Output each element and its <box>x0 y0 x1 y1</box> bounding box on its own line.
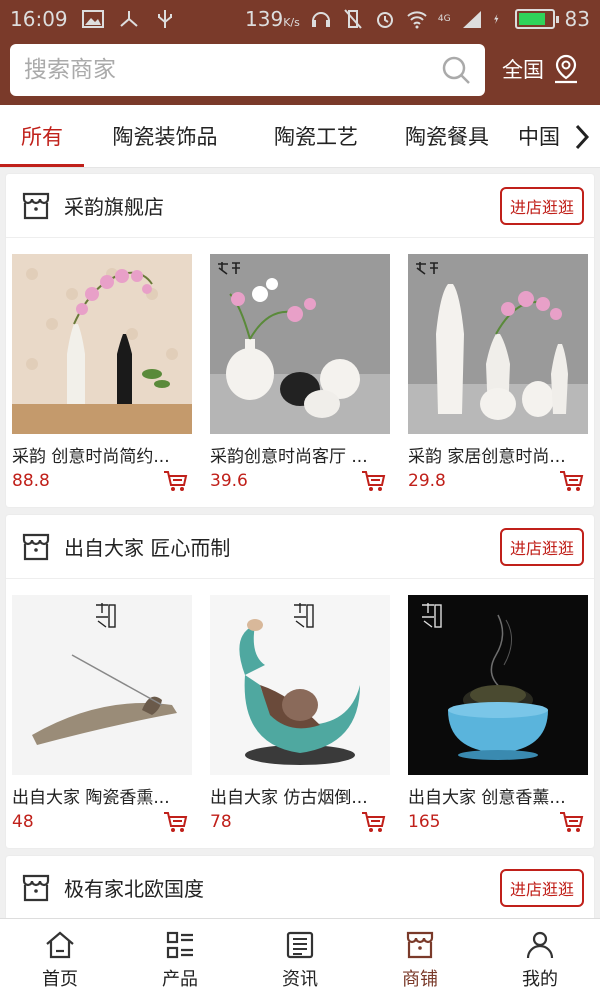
share-icon <box>119 11 138 27</box>
nav-news[interactable]: 资讯 <box>240 919 360 1000</box>
tabs-scroll-button[interactable] <box>564 105 600 167</box>
alarm-icon <box>376 12 393 28</box>
nav-products-label: 产品 <box>162 968 198 990</box>
cart-icon[interactable] <box>360 810 386 834</box>
search-input[interactable] <box>24 57 441 83</box>
cart-icon[interactable] <box>162 469 188 493</box>
shop-icon <box>22 192 50 219</box>
product-card[interactable]: 采韵 创意时尚简约... 88.8 <box>12 254 192 493</box>
tab-ceramic-craft[interactable]: 陶瓷工艺 <box>246 105 386 167</box>
visit-store-button[interactable]: 进店逛逛 <box>499 868 584 907</box>
category-tabs: 所有 陶瓷装饰品 陶瓷工艺 陶瓷餐具 中国 <box>0 105 600 168</box>
store-feed: 采韵旗舰店 进店逛逛 采韵 创意时尚简约... 88.8 采韵创意时尚客厅 ..… <box>0 168 600 918</box>
home-icon <box>46 931 74 958</box>
product-price: 29.8 <box>408 471 446 491</box>
header: 全国 <box>0 38 600 105</box>
store-name: 出自大家 匠心而制 <box>64 536 231 560</box>
status-bar: 16:09 139K/s 4G 83 <box>0 0 600 38</box>
cart-icon[interactable] <box>558 810 584 834</box>
cart-icon[interactable] <box>360 469 386 493</box>
product-title: 出自大家 陶瓷香熏... <box>12 788 170 808</box>
product-price: 78 <box>210 812 232 832</box>
location-pin-icon <box>555 54 577 84</box>
product-card[interactable]: 出自大家 仿古烟倒... 78 <box>210 595 390 834</box>
wifi-icon <box>407 11 427 29</box>
chevron-right-icon <box>575 124 590 149</box>
gallery-icon <box>81 10 104 28</box>
product-card[interactable]: 采韵 家居创意时尚... 29.8 <box>408 254 588 493</box>
store-header[interactable]: 极有家北欧国度 进店逛逛 <box>6 856 594 918</box>
nav-me-label: 我的 <box>522 968 558 990</box>
product-title: 采韵 创意时尚简约... <box>12 447 170 467</box>
cart-icon[interactable] <box>558 469 584 493</box>
product-title: 出自大家 仿古烟倒... <box>210 788 368 808</box>
product-price: 88.8 <box>12 471 50 491</box>
product-price: 39.6 <box>210 471 248 491</box>
store-header[interactable]: 采韵旗舰店 进店逛逛 <box>6 174 594 238</box>
product-title: 采韵创意时尚客厅 ... <box>210 447 368 467</box>
news-icon <box>286 931 314 958</box>
battery-icon <box>514 9 559 29</box>
product-title: 采韵 家居创意时尚... <box>408 447 566 467</box>
usb-icon <box>157 10 172 28</box>
store-card: 极有家北欧国度 进店逛逛 <box>6 856 594 918</box>
region-selector[interactable]: 全国 <box>502 54 580 84</box>
nav-products[interactable]: 产品 <box>120 919 240 1000</box>
store-header[interactable]: 出自大家 匠心而制 进店逛逛 <box>6 515 594 579</box>
product-card[interactable]: 采韵创意时尚客厅 ... 39.6 <box>210 254 390 493</box>
product-price: 165 <box>408 812 441 832</box>
visit-store-button[interactable]: 进店逛逛 <box>499 186 584 225</box>
status-time: 16:09 <box>10 7 68 31</box>
product-image[interactable] <box>408 595 588 775</box>
store-name: 采韵旗舰店 <box>64 195 164 219</box>
signal-icon <box>462 11 481 28</box>
store-name: 极有家北欧国度 <box>64 877 204 901</box>
product-image[interactable] <box>408 254 588 434</box>
user-icon <box>526 931 554 958</box>
store-card: 出自大家 匠心而制 进店逛逛 出自大家 陶瓷香熏... 48 出自大家 仿古烟倒… <box>6 515 594 848</box>
product-image[interactable] <box>12 595 192 775</box>
headset-icon <box>311 12 330 27</box>
network-type: 4G <box>437 14 451 24</box>
region-label: 全国 <box>502 58 544 82</box>
product-card[interactable]: 出自大家 陶瓷香熏... 48 <box>12 595 192 834</box>
vibrate-off-icon <box>344 9 362 29</box>
visit-store-button[interactable]: 进店逛逛 <box>499 527 584 566</box>
tab-ceramic-decor[interactable]: 陶瓷装饰品 <box>84 105 246 167</box>
nav-home-label: 首页 <box>42 968 78 990</box>
battery-level: 83 <box>564 7 590 31</box>
product-list: 采韵 创意时尚简约... 88.8 采韵创意时尚客厅 ... 39.6 采韵 家… <box>6 238 594 507</box>
product-image[interactable] <box>12 254 192 434</box>
shop-icon <box>22 533 50 560</box>
shop-icon <box>406 931 434 958</box>
nav-me[interactable]: 我的 <box>480 919 600 1000</box>
network-speed: 139K/s <box>245 7 300 31</box>
product-title: 出自大家 创意香薰... <box>408 788 566 808</box>
nav-shops-label: 商铺 <box>402 968 438 990</box>
product-price: 48 <box>12 812 34 832</box>
product-list: 出自大家 陶瓷香熏... 48 出自大家 仿古烟倒... 78 出自大家 创意香… <box>6 579 594 848</box>
nav-home[interactable]: 首页 <box>0 919 120 1000</box>
cart-icon[interactable] <box>162 810 188 834</box>
search-icon[interactable] <box>441 55 471 85</box>
nav-shops[interactable]: 商铺 <box>360 919 480 1000</box>
list-icon <box>166 931 193 958</box>
product-image[interactable] <box>210 595 390 775</box>
product-image[interactable] <box>210 254 390 434</box>
tab-all[interactable]: 所有 <box>0 105 84 167</box>
bottom-nav: 首页 产品 资讯 商铺 我的 <box>0 918 600 1000</box>
product-card[interactable]: 出自大家 创意香薰... 165 <box>408 595 588 834</box>
charging-icon <box>493 14 499 24</box>
store-card: 采韵旗舰店 进店逛逛 采韵 创意时尚简约... 88.8 采韵创意时尚客厅 ..… <box>6 174 594 507</box>
nav-news-label: 资讯 <box>282 968 318 990</box>
search-bar[interactable] <box>10 44 485 96</box>
shop-icon <box>22 874 50 901</box>
tab-ceramic-tableware[interactable]: 陶瓷餐具 <box>386 105 508 167</box>
